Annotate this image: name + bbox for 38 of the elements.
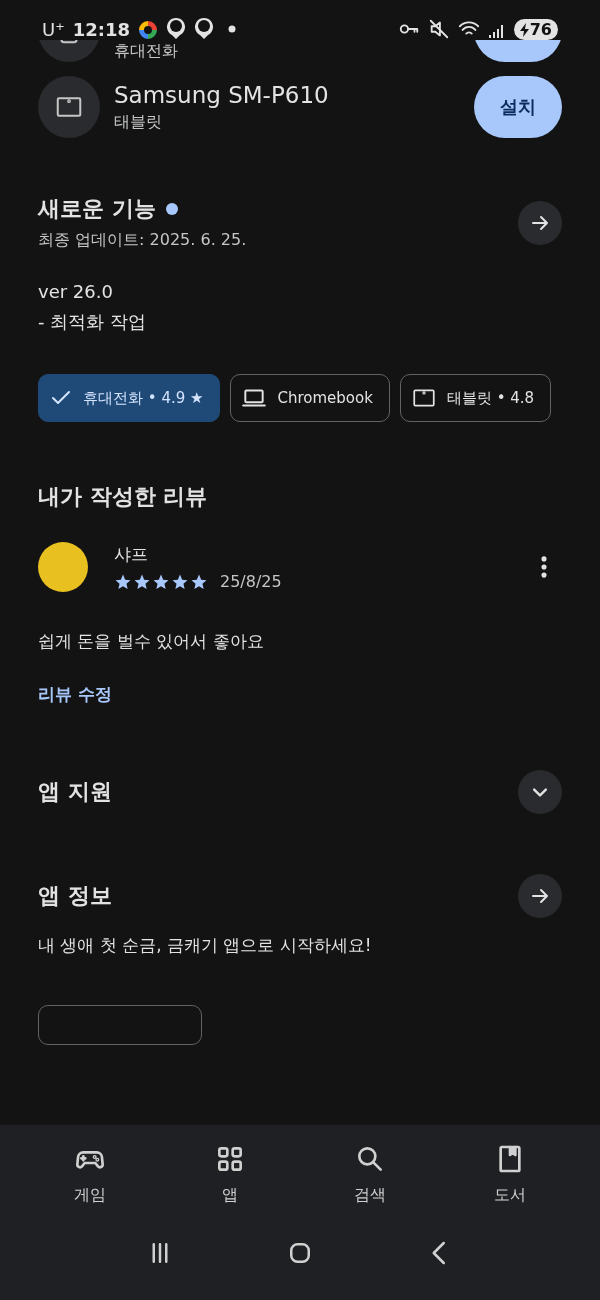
release-note: ver 26.0 <box>38 281 114 302</box>
nav-tab[interactable]: 검색 <box>310 1143 430 1206</box>
install-button[interactable]: 설치 <box>474 76 562 138</box>
section-title: 앱 정보 <box>38 882 112 910</box>
arrow-button[interactable] <box>518 200 562 245</box>
arrow-button[interactable] <box>518 874 562 918</box>
device-name: Samsung SM-P610 <box>114 81 330 108</box>
device-filter-chip[interactable]: 태블릿 • 4.8 <box>399 374 552 422</box>
mute-icon <box>427 18 450 40</box>
device-filter-chip[interactable]: Chromebook <box>230 374 390 422</box>
clock: 12:18 <box>72 19 130 40</box>
new-indicator-dot <box>165 203 178 215</box>
update-date: 최종 업데이트: 2025. 6. 25. <box>38 230 247 251</box>
edit-review-link[interactable]: 리뷰 수정 <box>38 683 112 706</box>
more-vertical-icon <box>541 556 547 578</box>
review-text: 쉽게 돈을 벌수 있어서 좋아요 <box>38 630 265 653</box>
battery-indicator: 76 <box>513 19 558 40</box>
expand-button[interactable] <box>518 770 562 814</box>
notification-dot-icon <box>228 25 236 33</box>
category-chip[interactable] <box>38 1005 202 1045</box>
device-type: 태블릿 <box>114 111 163 133</box>
app-description: 내 생애 첫 순금, 금캐기 앱으로 시작하세요! <box>38 934 373 957</box>
section-title: 내가 작성한 리뷰 <box>38 483 209 511</box>
device-filter-chip[interactable]: 휴대전화 • 4.9 ★ <box>38 374 221 422</box>
section-title: 새로운 기능 <box>38 195 156 223</box>
reviewer-name: 샤프 <box>114 543 149 566</box>
nav-tab[interactable]: 게임 <box>30 1143 150 1206</box>
section-title: 앱 지원 <box>38 778 112 806</box>
review-date: 25/8/25 <box>220 572 282 591</box>
device-type: 휴대전화 <box>114 41 179 62</box>
release-note: - 최적화 작업 <box>38 310 147 334</box>
nav-tab[interactable]: 앱 <box>170 1143 290 1206</box>
nav-tab[interactable]: 도서 <box>450 1143 570 1206</box>
signal-icon <box>487 22 506 40</box>
avatar <box>38 542 88 592</box>
chevron-down-icon <box>533 787 547 797</box>
carrier: U⁺ <box>42 19 65 40</box>
app-logo-icon <box>138 20 158 40</box>
